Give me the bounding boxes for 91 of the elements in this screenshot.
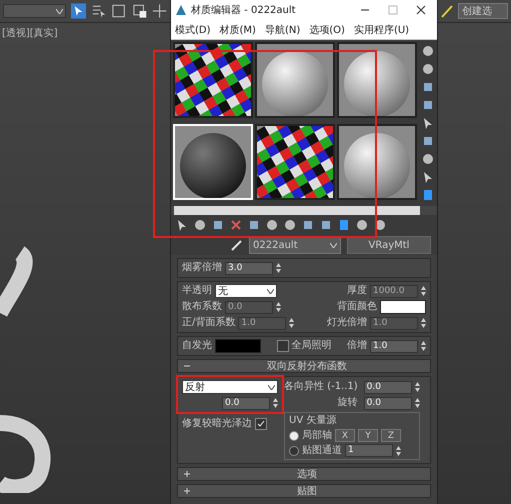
cube-icon[interactable] — [421, 134, 435, 148]
sphere-icon[interactable] — [355, 218, 369, 232]
caret-icon — [268, 384, 275, 390]
rollout-header[interactable]: 贴图 — [177, 484, 431, 498]
caret-icon — [56, 8, 63, 14]
spinner-field[interactable]: 1.0 — [370, 340, 418, 352]
field-label: 倍增 — [347, 340, 367, 352]
cross-icon[interactable] — [229, 218, 243, 232]
cube-icon[interactable] — [247, 218, 261, 232]
field-label: 旋转 — [338, 397, 358, 409]
dropdown[interactable]: 无 — [215, 284, 277, 298]
field-label: 散布系数 — [182, 301, 222, 313]
spinner-arrows-icon[interactable] — [421, 340, 426, 352]
menu-item[interactable]: 材质(M) — [220, 22, 256, 36]
sphere-icon[interactable] — [421, 152, 435, 166]
radio-label: 贴图通道 — [302, 444, 342, 456]
spinner-field[interactable]: 0.0 — [364, 380, 412, 394]
checkbox[interactable] — [276, 340, 288, 352]
spinner-arrows-icon[interactable] — [273, 397, 278, 409]
window-title: 材质编辑器 - 0222ault — [191, 4, 297, 17]
spinner-field[interactable]: 0.0 — [222, 396, 270, 410]
rectangle-select-icon[interactable] — [111, 3, 127, 19]
menu-item[interactable]: 选项(O) — [309, 22, 345, 36]
caret-icon — [267, 288, 274, 294]
spinner-arrows-icon[interactable] — [289, 317, 294, 329]
sphere-icon[interactable] — [421, 62, 435, 76]
cube-icon[interactable] — [421, 80, 435, 94]
spinner-arrows-icon[interactable] — [421, 285, 426, 297]
color-swatch[interactable] — [380, 300, 426, 314]
bar-icon[interactable] — [421, 188, 435, 202]
sphere-icon[interactable] — [265, 218, 279, 232]
rollout-title: 选项 — [296, 468, 318, 481]
caret-icon — [330, 242, 337, 248]
rollout-header[interactable]: 选项 — [177, 467, 431, 481]
axis-button[interactable]: Y — [358, 429, 378, 442]
field-label: 厚度 — [347, 285, 367, 297]
radio-label: 局部轴 — [302, 430, 332, 442]
axis-button[interactable]: Z — [381, 429, 401, 442]
cube-icon[interactable] — [319, 218, 333, 232]
sphere-icon[interactable] — [421, 44, 435, 58]
scrollbar[interactable] — [174, 206, 420, 215]
checkbox-label: 修复较暗光泽边 — [182, 418, 252, 430]
spinner-field[interactable]: 0.0 — [364, 396, 412, 410]
rollout-header[interactable]: 双向反射分布函数 — [177, 359, 431, 373]
field-label: 背面颜色 — [337, 301, 377, 313]
cube-icon[interactable] — [211, 218, 225, 232]
field-label: 各向异性 (-1..1) — [284, 381, 358, 393]
list-cursor-icon[interactable] — [91, 3, 106, 19]
spinner-arrows-icon[interactable] — [276, 301, 281, 313]
field-label: 正/背面系数 — [182, 317, 236, 329]
selection-set-field[interactable]: 创建选 — [458, 3, 508, 19]
plus-icon — [184, 488, 190, 494]
spinner-field[interactable]: 1 — [345, 444, 393, 457]
cube-icon[interactable] — [301, 218, 315, 232]
field-label: 半透明 — [182, 285, 212, 297]
spinner-arrows-icon[interactable] — [414, 381, 420, 393]
checkbox[interactable] — [255, 418, 267, 430]
axis-button[interactable]: X — [335, 429, 355, 442]
move-icon[interactable] — [152, 3, 168, 19]
pen-icon[interactable] — [231, 239, 243, 251]
bar-icon[interactable] — [337, 218, 351, 232]
dropdown[interactable]: 反射 — [182, 380, 278, 394]
menu-item[interactable]: 实用程序(U) — [354, 22, 410, 36]
menu-item[interactable]: 模式(D) — [175, 22, 211, 36]
field-label: 灯光倍增 — [327, 317, 367, 329]
spinner-arrows-icon[interactable] — [414, 397, 420, 409]
group-title: UV 矢量源 — [289, 415, 338, 427]
plus-icon — [184, 471, 190, 477]
window-select-icon[interactable] — [132, 3, 147, 19]
pencil-icon[interactable] — [441, 3, 453, 19]
radio-button[interactable] — [289, 446, 299, 456]
field-label: 自发光 — [182, 340, 212, 352]
menu-item[interactable]: 导航(N) — [264, 22, 300, 36]
checkbox-label: 全局照明 — [292, 340, 332, 352]
sphere-icon[interactable] — [283, 218, 297, 232]
field-label: 烟雾倍增 — [182, 262, 222, 274]
rollout-title: 贴图 — [296, 484, 318, 498]
material-type-button[interactable]: VRayMtl — [347, 236, 431, 254]
spinner-arrows-icon[interactable] — [421, 317, 426, 329]
rollout-title: 双向反射分布函数 — [266, 360, 348, 373]
color-swatch[interactable] — [215, 339, 261, 353]
spinner-arrows-icon[interactable] — [396, 444, 401, 456]
spinner-arrows-icon[interactable] — [276, 262, 281, 274]
minus-icon — [184, 363, 190, 369]
radio-button[interactable] — [289, 430, 299, 440]
viewport-label: [透视][真实] — [2, 26, 58, 40]
spinner-field[interactable]: 3.0 — [225, 262, 273, 274]
select-icon[interactable] — [71, 3, 86, 19]
cube-icon[interactable] — [421, 98, 435, 112]
app-icon — [175, 4, 187, 16]
sphere-icon[interactable] — [193, 218, 207, 232]
